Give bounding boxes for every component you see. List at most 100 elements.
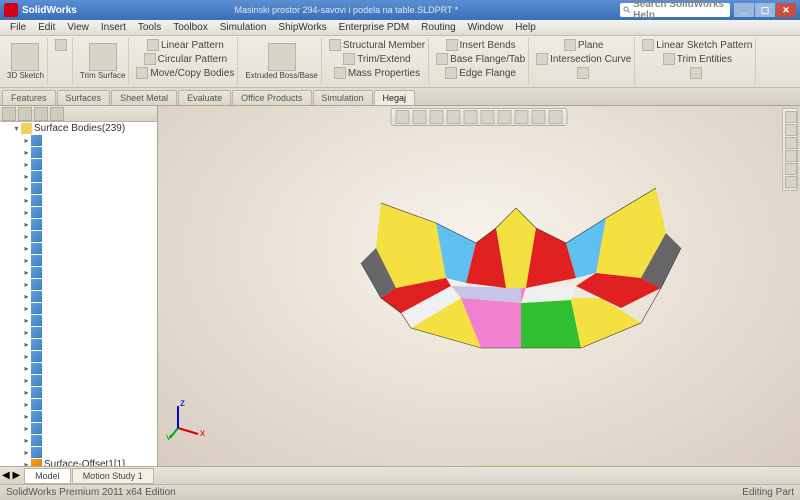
menu-help[interactable]: Help	[509, 22, 542, 33]
tree-item[interactable]: ▸	[0, 146, 157, 158]
tree-offset[interactable]: ▸Surface-Offset1[1]	[0, 458, 157, 466]
ribbon-cmd[interactable]: Intersection Curve	[536, 53, 631, 65]
ribbon-cmd[interactable]: Move/Copy Bodies	[136, 67, 234, 79]
tree-item[interactable]: ▸	[0, 158, 157, 170]
ribbon-cmd[interactable]: Trim Entities	[663, 53, 732, 65]
tree-item[interactable]: ▸	[0, 362, 157, 374]
view-settings-icon[interactable]	[549, 110, 563, 124]
ribbon-cmd[interactable]: Edge Flange	[445, 67, 516, 79]
3d-viewport[interactable]: x y z	[158, 106, 800, 466]
zoom-fit-icon[interactable]	[396, 110, 410, 124]
status-version: SolidWorks Premium 2011 x64 Edition	[6, 487, 176, 498]
tree-item[interactable]: ▸	[0, 326, 157, 338]
zoom-area-icon[interactable]	[413, 110, 427, 124]
ribbon-cmd[interactable]: Circular Pattern	[144, 53, 227, 65]
menu-simulation[interactable]: Simulation	[214, 22, 273, 33]
ribbon-cmd[interactable]: Linear Pattern	[147, 39, 224, 51]
menu-enterprise-pdm[interactable]: Enterprise PDM	[333, 22, 416, 33]
tree-item[interactable]: ▸	[0, 170, 157, 182]
tab-features[interactable]: Features	[2, 90, 56, 105]
menu-file[interactable]: File	[4, 22, 32, 33]
tree-item[interactable]: ▸	[0, 410, 157, 422]
tree-config-icon[interactable]	[34, 107, 48, 121]
3d-model[interactable]	[321, 148, 701, 388]
apply-scene-icon[interactable]	[532, 110, 546, 124]
menu-view[interactable]: View	[61, 22, 95, 33]
help-search-input[interactable]: Search SolidWorks Help	[620, 3, 730, 17]
appearances-icon[interactable]	[785, 163, 797, 175]
tree-item[interactable]: ▸	[0, 230, 157, 242]
ribbon-cmd[interactable]: Plane	[564, 39, 604, 51]
tree-item[interactable]: ▸	[0, 254, 157, 266]
tree-item[interactable]: ▸	[0, 242, 157, 254]
menu-edit[interactable]: Edit	[32, 22, 61, 33]
ribbon-cmd[interactable]: Mass Properties	[334, 67, 420, 79]
extrude-icon[interactable]	[268, 43, 296, 71]
view-palette-icon[interactable]	[785, 150, 797, 162]
resources-icon[interactable]	[785, 111, 797, 123]
trim-icon[interactable]	[89, 43, 117, 71]
tree-item[interactable]: ▸	[0, 434, 157, 446]
menu-insert[interactable]: Insert	[95, 22, 132, 33]
tree-item[interactable]: ▸	[0, 206, 157, 218]
ribbon-cmd[interactable]: Structural Member	[329, 39, 425, 51]
orientation-triad[interactable]: x y z	[166, 400, 206, 440]
tree-hide-icon[interactable]	[50, 107, 64, 121]
tree-item[interactable]: ▸	[0, 446, 157, 458]
menu-tools[interactable]: Tools	[132, 22, 167, 33]
tree-item[interactable]: ▸	[0, 278, 157, 290]
tab-simulation[interactable]: Simulation	[313, 90, 373, 105]
tree-item[interactable]: ▸	[0, 218, 157, 230]
ribbon-cmd[interactable]: Base Flange/Tab	[436, 53, 525, 65]
menu-shipworks[interactable]: ShipWorks	[272, 22, 332, 33]
ribbon-cmd[interactable]: Trim/Extend	[343, 53, 411, 65]
menu-routing[interactable]: Routing	[415, 22, 461, 33]
tree-item[interactable]: ▸	[0, 350, 157, 362]
tab-surfaces[interactable]: Surfaces	[57, 90, 111, 105]
tree-filter-icon[interactable]	[2, 107, 16, 121]
tree-root[interactable]: ▾Surface Bodies(239)	[0, 122, 157, 134]
edit-scene-icon[interactable]	[515, 110, 529, 124]
bottom-tab-motion-study-1[interactable]: Motion Study 1	[72, 468, 154, 484]
tree-item[interactable]: ▸	[0, 302, 157, 314]
sketch-3d-icon[interactable]	[11, 43, 39, 71]
close-button[interactable]: ✕	[776, 3, 796, 17]
tree-item[interactable]: ▸	[0, 398, 157, 410]
ribbon-label: Trim Surface	[80, 72, 126, 80]
ribbon-cmd[interactable]	[577, 67, 591, 79]
hide-show-icon[interactable]	[498, 110, 512, 124]
design-lib-icon[interactable]	[785, 124, 797, 136]
ribbon-cmd[interactable]: Linear Sketch Pattern	[642, 39, 752, 51]
custom-props-icon[interactable]	[785, 176, 797, 188]
minimize-button[interactable]: _	[734, 3, 754, 17]
tree-item[interactable]: ▸	[0, 266, 157, 278]
tree-item[interactable]: ▸	[0, 182, 157, 194]
tree-item[interactable]: ▸	[0, 374, 157, 386]
ribbon-cmd[interactable]	[690, 67, 704, 79]
menu-window[interactable]: Window	[462, 22, 510, 33]
tab-office-products[interactable]: Office Products	[232, 90, 311, 105]
menu-toolbox[interactable]: Toolbox	[167, 22, 213, 33]
tree-item[interactable]: ▸	[0, 422, 157, 434]
display-style-icon[interactable]	[481, 110, 495, 124]
tree-item[interactable]: ▸	[0, 338, 157, 350]
section-view-icon[interactable]	[447, 110, 461, 124]
feature-tree[interactable]: ▾Surface Bodies(239)▸▸▸▸▸▸▸▸▸▸▸▸▸▸▸▸▸▸▸▸…	[0, 122, 157, 466]
tab-hegaj[interactable]: Hegaj	[374, 90, 416, 105]
file-explorer-icon[interactable]	[785, 137, 797, 149]
maximize-button[interactable]: ▢	[755, 3, 775, 17]
tree-item[interactable]: ▸	[0, 194, 157, 206]
ribbon-group: Plane Intersection Curve	[533, 38, 635, 85]
tree-display-icon[interactable]	[18, 107, 32, 121]
tree-item[interactable]: ▸	[0, 314, 157, 326]
tab-evaluate[interactable]: Evaluate	[178, 90, 231, 105]
tree-item[interactable]: ▸	[0, 386, 157, 398]
bottom-tab-model[interactable]: Model	[24, 468, 71, 484]
ribbon-cmd[interactable]	[55, 39, 69, 51]
view-orient-icon[interactable]	[464, 110, 478, 124]
tab-sheet-metal[interactable]: Sheet Metal	[111, 90, 177, 105]
prev-view-icon[interactable]	[430, 110, 444, 124]
tree-item[interactable]: ▸	[0, 290, 157, 302]
ribbon-cmd[interactable]: Insert Bends	[446, 39, 516, 51]
tree-item[interactable]: ▸	[0, 134, 157, 146]
